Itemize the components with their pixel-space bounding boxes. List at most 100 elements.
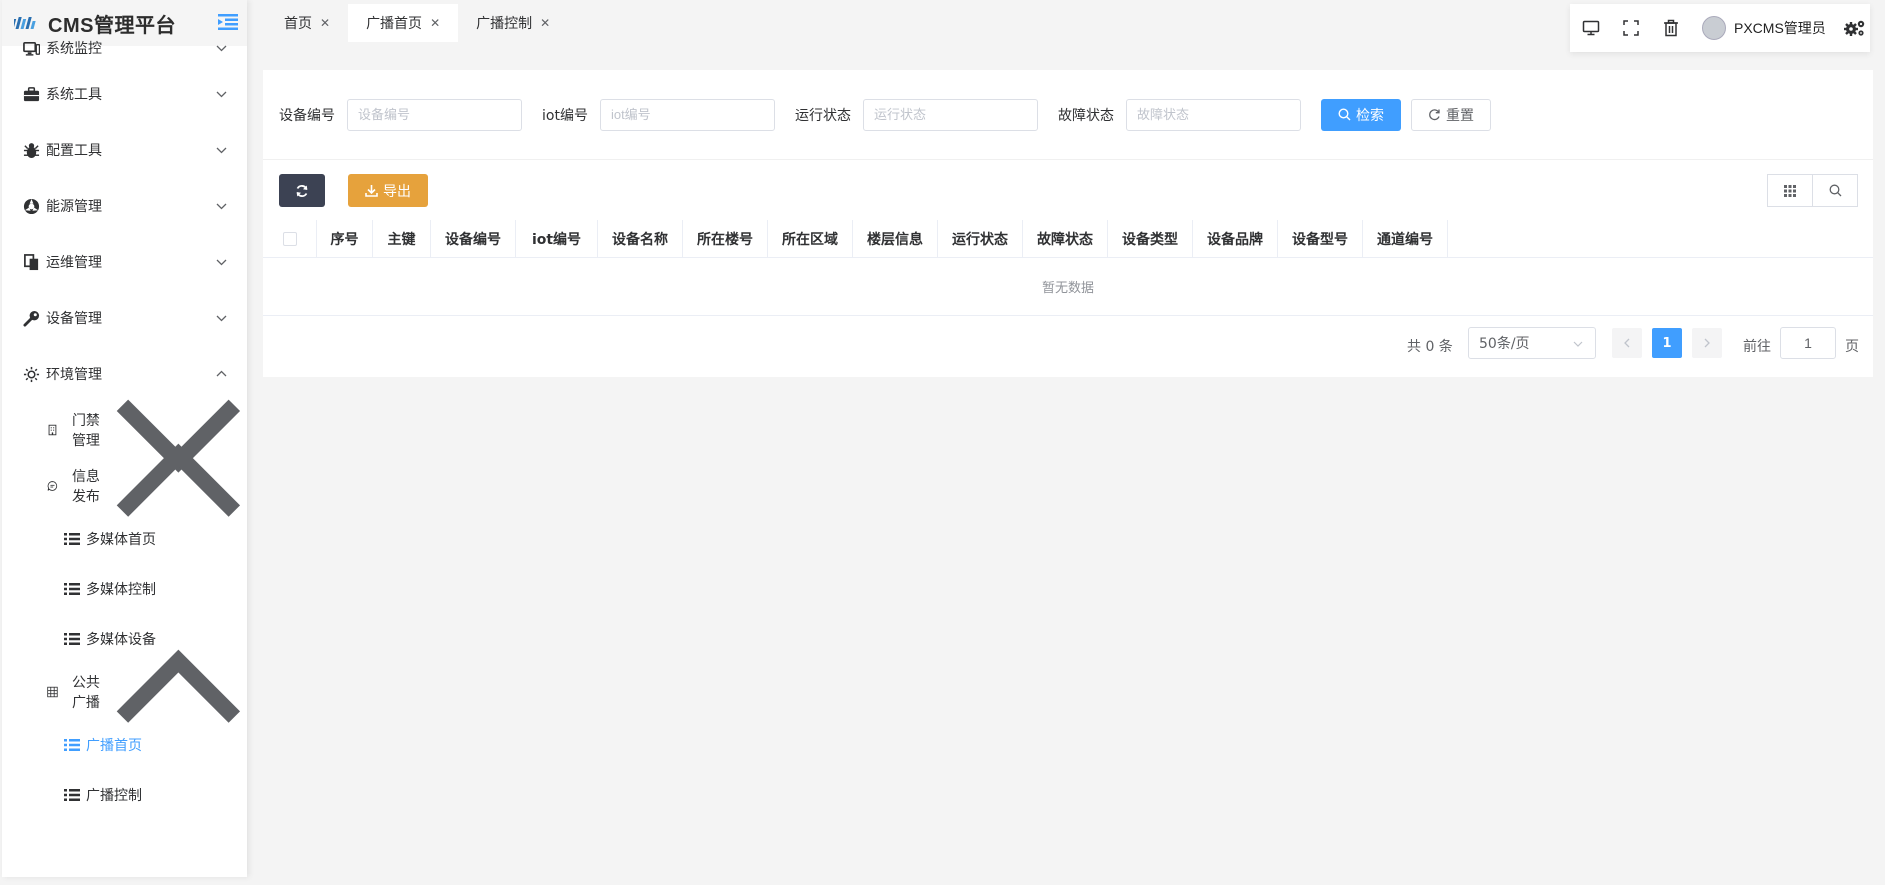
goto-label: 前往 bbox=[1743, 339, 1771, 355]
avatar[interactable] bbox=[1702, 16, 1726, 40]
sidebar-item-system-monitor[interactable]: 系统监控 bbox=[2, 30, 247, 66]
chat-icon bbox=[47, 481, 58, 491]
search-button[interactable]: 检索 bbox=[1320, 98, 1401, 131]
chevron-left-icon bbox=[1624, 338, 1630, 348]
column-header[interactable]: 通道编号 bbox=[1363, 220, 1448, 258]
columns-icon bbox=[1784, 184, 1796, 197]
column-header[interactable]: 楼层信息 bbox=[853, 220, 938, 258]
sun-icon bbox=[23, 366, 40, 382]
sidebar-item-label: 公共广播 bbox=[71, 675, 100, 711]
column-header[interactable]: 主键 bbox=[373, 220, 431, 258]
menu-fold-icon[interactable] bbox=[218, 14, 238, 30]
column-header[interactable]: 故障状态 bbox=[1023, 220, 1108, 258]
header-toolbar: PXCMS管理员 bbox=[1570, 4, 1870, 52]
sidebar-item-multimedia-control[interactable]: 多媒体控制 bbox=[2, 564, 247, 614]
sidebar-item-label: 门禁管理 bbox=[71, 413, 100, 449]
close-icon[interactable]: ✕ bbox=[540, 16, 550, 30]
sidebar-item-info-publish[interactable]: 信息发布 bbox=[2, 443, 247, 517]
reset-button[interactable]: 重置 bbox=[1410, 98, 1491, 131]
gears-icon[interactable] bbox=[1843, 19, 1866, 37]
fullscreen-icon[interactable] bbox=[1622, 19, 1640, 37]
column-header[interactable]: 所在楼号 bbox=[683, 220, 768, 258]
download-icon bbox=[365, 185, 378, 197]
sidebar-item-label: 系统工具 bbox=[46, 87, 102, 103]
wrench-icon bbox=[23, 310, 40, 327]
table-toolbar: 导出 bbox=[263, 160, 1873, 220]
column-header[interactable]: 设备型号 bbox=[1278, 220, 1363, 258]
sidebar-item-ops[interactable]: 运维管理 bbox=[2, 234, 247, 290]
chevron-right-icon bbox=[1704, 338, 1710, 348]
sidebar-menu: 系统监控 系统工具 配置工具 能源管理 运维管理 设备管理 环境管理 门禁管理 … bbox=[2, 30, 247, 820]
sidebar-item-label: 广播控制 bbox=[86, 788, 142, 804]
select-all-checkbox[interactable] bbox=[282, 232, 297, 246]
sidebar-item-public-broadcast[interactable]: 公共广播 bbox=[2, 649, 247, 723]
prev-page-button[interactable] bbox=[1612, 328, 1642, 358]
monitor-icon[interactable] bbox=[1582, 19, 1600, 37]
tab-label: 广播控制 bbox=[476, 16, 533, 32]
run-status-input[interactable] bbox=[862, 98, 1038, 131]
grid-icon bbox=[47, 686, 58, 698]
goto-page-input[interactable] bbox=[1780, 327, 1836, 359]
iot-no-input[interactable] bbox=[599, 98, 775, 131]
close-icon[interactable]: ✕ bbox=[430, 16, 440, 30]
fault-status-input[interactable] bbox=[1125, 98, 1301, 131]
energy-icon bbox=[23, 198, 40, 214]
tab-broadcast-home[interactable]: 广播首页 ✕ bbox=[348, 4, 459, 42]
refresh-icon bbox=[296, 184, 308, 197]
toggle-search-button[interactable] bbox=[1812, 174, 1858, 207]
data-table: 序号 主键 设备编号 iot编号 设备名称 所在楼号 所在区域 楼层信息 运行状… bbox=[263, 220, 1873, 316]
trash-icon[interactable] bbox=[1662, 19, 1680, 37]
bug-icon bbox=[23, 142, 40, 158]
building-icon bbox=[48, 424, 57, 436]
chevron-down-icon bbox=[1573, 341, 1583, 347]
sidebar-item-label: 系统监控 bbox=[46, 41, 102, 57]
column-header[interactable]: 设备品牌 bbox=[1193, 220, 1278, 258]
column-header[interactable]: 序号 bbox=[317, 220, 373, 258]
columns-button[interactable] bbox=[1767, 174, 1813, 207]
search-form: 设备编号 iot编号 运行状态 故障状态 检索 重置 bbox=[263, 70, 1873, 160]
close-icon[interactable]: ✕ bbox=[320, 16, 330, 30]
device-no-input[interactable] bbox=[347, 98, 522, 131]
sidebar-item-system-tools[interactable]: 系统工具 bbox=[2, 66, 247, 122]
table-header: 序号 主键 设备编号 iot编号 设备名称 所在楼号 所在区域 楼层信息 运行状… bbox=[263, 220, 1873, 258]
monitor-icon bbox=[23, 41, 40, 56]
select-all-cell bbox=[263, 220, 317, 258]
search-button-label: 检索 bbox=[1355, 107, 1384, 124]
column-header[interactable]: iot编号 bbox=[516, 220, 598, 258]
page-size-value: 50条/页 bbox=[1479, 336, 1530, 352]
chevron-up-icon bbox=[116, 443, 241, 517]
list-icon bbox=[64, 583, 80, 595]
tab-home[interactable]: 首页 ✕ bbox=[266, 4, 348, 42]
column-header[interactable]: 所在区域 bbox=[768, 220, 853, 258]
chevron-down-icon bbox=[216, 91, 227, 98]
iot-no-label: iot编号 bbox=[542, 107, 588, 124]
sidebar-item-label: 环境管理 bbox=[46, 367, 102, 383]
column-header[interactable]: 设备名称 bbox=[598, 220, 683, 258]
column-header[interactable]: 设备类型 bbox=[1108, 220, 1193, 258]
export-button[interactable]: 导出 bbox=[348, 174, 428, 207]
reset-button-label: 重置 bbox=[1445, 107, 1474, 124]
page-tabs: 首页 ✕ 广播首页 ✕ 广播控制 ✕ bbox=[266, 4, 568, 42]
main-content: 设备编号 iot编号 运行状态 故障状态 检索 重置 导出 bbox=[263, 70, 1873, 377]
refresh-icon bbox=[1429, 109, 1440, 121]
sidebar: CMS管理平台 系统监控 系统工具 配置工具 能源管理 运维管理 设备管理 环境… bbox=[2, 0, 247, 877]
column-header[interactable]: 设备编号 bbox=[431, 220, 516, 258]
export-button-label: 导出 bbox=[383, 183, 411, 200]
pagination: 共 0 条 50条/页 1 前往 页 bbox=[263, 316, 1873, 376]
search-icon bbox=[1338, 108, 1351, 121]
sidebar-item-label: 信息发布 bbox=[71, 469, 100, 505]
run-status-label: 运行状态 bbox=[794, 107, 851, 124]
next-page-button[interactable] bbox=[1692, 328, 1722, 358]
tab-broadcast-control[interactable]: 广播控制 ✕ bbox=[458, 4, 568, 42]
column-header[interactable]: 运行状态 bbox=[938, 220, 1023, 258]
refresh-button[interactable] bbox=[279, 174, 325, 207]
sidebar-item-label: 设备管理 bbox=[46, 311, 102, 327]
sidebar-item-broadcast-control[interactable]: 广播控制 bbox=[2, 770, 247, 820]
page-number[interactable]: 1 bbox=[1652, 328, 1682, 358]
sidebar-item-device[interactable]: 设备管理 bbox=[2, 290, 247, 346]
sidebar-item-config-tools[interactable]: 配置工具 bbox=[2, 122, 247, 178]
page-size-select[interactable]: 50条/页 bbox=[1468, 327, 1596, 359]
sidebar-item-label: 运维管理 bbox=[46, 255, 102, 271]
username[interactable]: PXCMS管理员 bbox=[1734, 18, 1826, 38]
sidebar-item-energy[interactable]: 能源管理 bbox=[2, 178, 247, 234]
